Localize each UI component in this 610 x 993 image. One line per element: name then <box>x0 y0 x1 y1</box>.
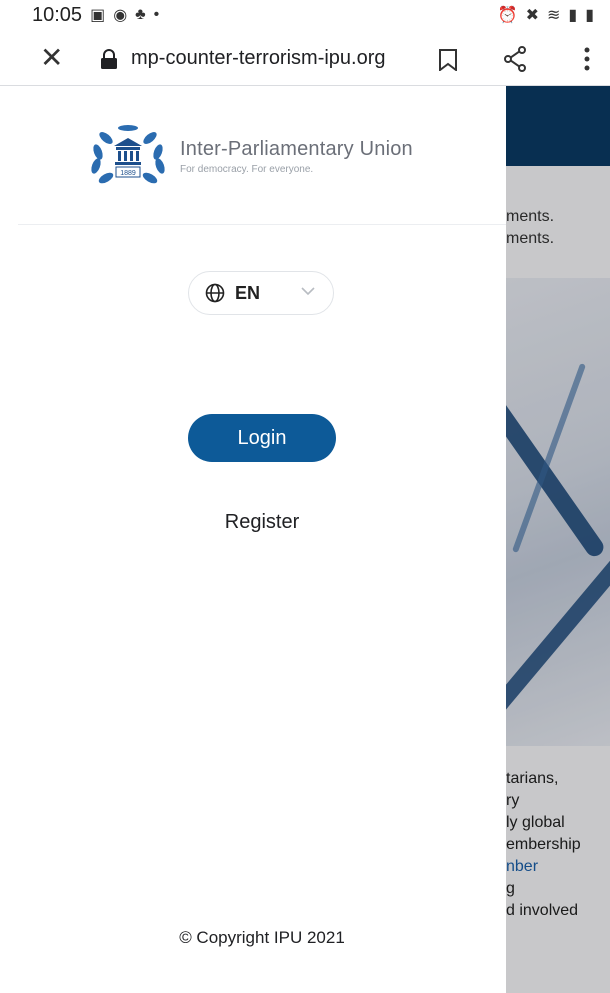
close-tab-icon[interactable]: ✕ <box>40 44 63 72</box>
gallery-icon: ▣ <box>90 7 106 24</box>
drawer-divider <box>18 224 506 225</box>
status-left: 10:05 ▣ ◉ ♣ • <box>32 4 159 27</box>
wifi-icon: ≋ <box>546 7 561 24</box>
copyright-text: © Copyright IPU 2021 <box>179 928 345 947</box>
overflow-menu-icon[interactable] <box>583 46 591 72</box>
status-bar: 10:05 ▣ ◉ ♣ • ⏰ ✖ ≋ ▮ ▮ <box>0 0 610 30</box>
messenger-icon: ◉ <box>113 7 128 24</box>
logo-year: 1889 <box>120 170 136 177</box>
url-text[interactable]: mp-counter-terrorism-ipu.org <box>131 47 386 70</box>
person-icon: ♣ <box>135 6 146 23</box>
language-code: EN <box>235 282 261 303</box>
language-selector[interactable]: EN <box>188 271 334 315</box>
chevron-down-icon <box>301 287 315 296</box>
browser-toolbar: ✕ mp-counter-terrorism-ipu.org <box>0 32 610 86</box>
login-button[interactable]: Login <box>188 414 336 462</box>
logo-subtitle: For democracy. For everyone. <box>180 164 314 175</box>
bookmark-icon[interactable] <box>438 49 458 71</box>
battery-icon: ▮ <box>585 7 594 24</box>
mute-icon: ✖ <box>525 7 539 24</box>
status-right: ⏰ ✖ ≋ ▮ ▮ <box>498 5 594 25</box>
dot-icon: • <box>153 6 160 23</box>
signal-icon: ▮ <box>568 7 578 24</box>
ipu-logo-icon: 1889 <box>91 125 165 184</box>
navigation-drawer: 1889 Inter-Parliamentary Union For democ… <box>0 86 506 993</box>
lock-icon <box>101 49 117 69</box>
drawer-scrim[interactable] <box>506 86 610 993</box>
share-icon[interactable] <box>503 46 527 72</box>
register-link[interactable]: Register <box>0 511 524 534</box>
logo-title: Inter-Parliamentary Union <box>180 138 413 160</box>
globe-icon <box>205 283 225 303</box>
alarm-icon: ⏰ <box>497 7 518 24</box>
status-time: 10:05 <box>32 3 83 26</box>
